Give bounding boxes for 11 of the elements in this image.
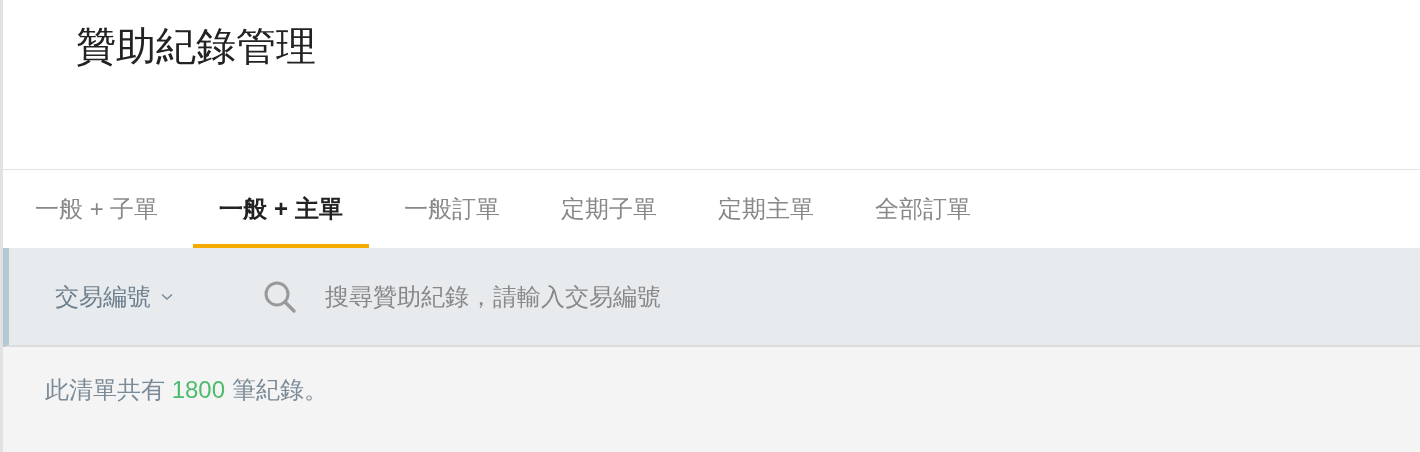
record-count-text: 此清單共有 1800 筆紀錄。 bbox=[45, 374, 328, 405]
tab[interactable]: 全部訂單 bbox=[848, 170, 997, 248]
search-field[interactable]: 搜尋贊助紀錄，請輸入交易編號 bbox=[323, 281, 1027, 312]
page-title: 贊助紀錄管理 bbox=[75, 23, 316, 70]
tab[interactable]: 定期子單 bbox=[534, 170, 683, 248]
search-icon bbox=[263, 279, 297, 314]
tab[interactable]: 一般訂單 bbox=[377, 170, 526, 248]
tab[interactable]: 一般 + 子單 bbox=[9, 170, 185, 248]
caret-icon bbox=[161, 292, 173, 301]
tab[interactable]: 定期主單 bbox=[691, 170, 840, 248]
field-selector[interactable]: 交易編號 bbox=[55, 280, 173, 313]
